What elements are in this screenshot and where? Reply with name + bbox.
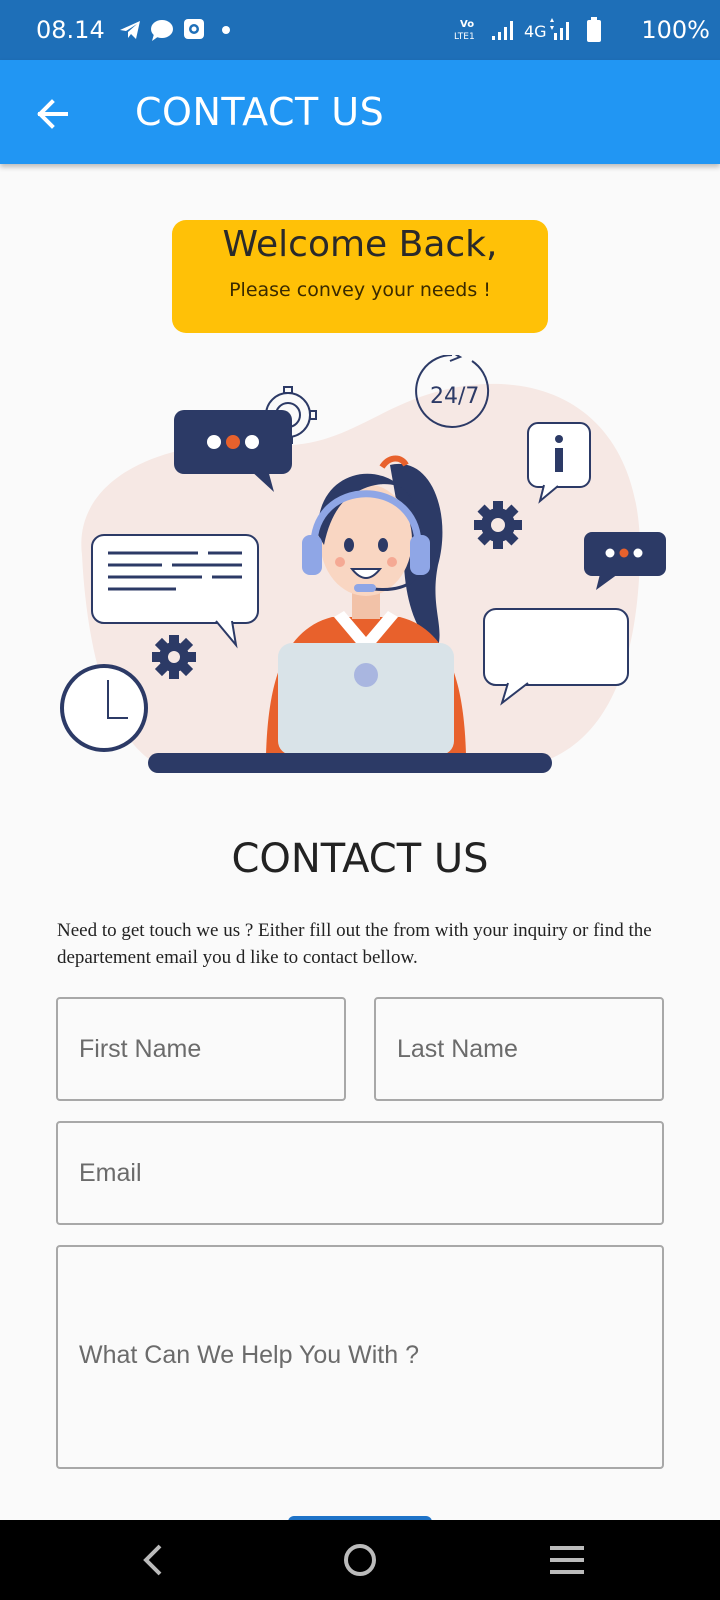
volte-icon: Vo LTE1	[454, 19, 475, 42]
email-input[interactable]	[56, 1121, 664, 1225]
dot-icon	[222, 26, 230, 34]
first-name-input[interactable]	[56, 997, 346, 1101]
system-nav-bar	[0, 1520, 720, 1600]
svg-text:24/7: 24/7	[430, 384, 479, 409]
camera-box-icon	[184, 19, 204, 39]
page-title: CONTACT US	[135, 90, 385, 134]
arrow-left-icon[interactable]	[28, 90, 76, 138]
gear-small-icon	[152, 635, 196, 679]
menu-lines-icon[interactable]	[544, 1538, 592, 1582]
welcome-card: Welcome Back, Please convey your needs !	[172, 220, 548, 333]
message-textarea[interactable]	[56, 1245, 664, 1469]
gear-filled-icon	[474, 501, 522, 549]
network-type: 4G	[524, 22, 547, 41]
battery-percent: 100%	[641, 16, 710, 44]
support-agent-illustration: 24/7	[60, 355, 666, 773]
status-time: 08.14	[36, 16, 105, 44]
welcome-subtitle: Please convey your needs !	[229, 279, 491, 301]
home-circle-icon[interactable]	[336, 1538, 384, 1582]
battery-icon	[587, 17, 601, 42]
status-bar: 08.14 Vo LTE1 4G 100%	[0, 0, 720, 60]
chat-bubble-icon	[151, 20, 173, 41]
app-bar: CONTACT US	[0, 60, 720, 164]
telegram-icon	[120, 21, 140, 39]
svg-text:LTE1: LTE1	[454, 32, 475, 42]
section-description: Need to get touch we us ? Either fill ou…	[57, 920, 652, 968]
last-name-input[interactable]	[374, 997, 664, 1101]
back-chevron-icon[interactable]	[130, 1538, 178, 1582]
status-notification-icons	[120, 19, 230, 41]
section-title: CONTACT US	[231, 836, 489, 882]
clock-icon	[60, 664, 148, 752]
welcome-title: Welcome Back,	[222, 224, 498, 265]
svg-text:Vo: Vo	[460, 19, 474, 30]
signal-icon-2	[550, 18, 569, 40]
signal-icon	[492, 21, 513, 40]
